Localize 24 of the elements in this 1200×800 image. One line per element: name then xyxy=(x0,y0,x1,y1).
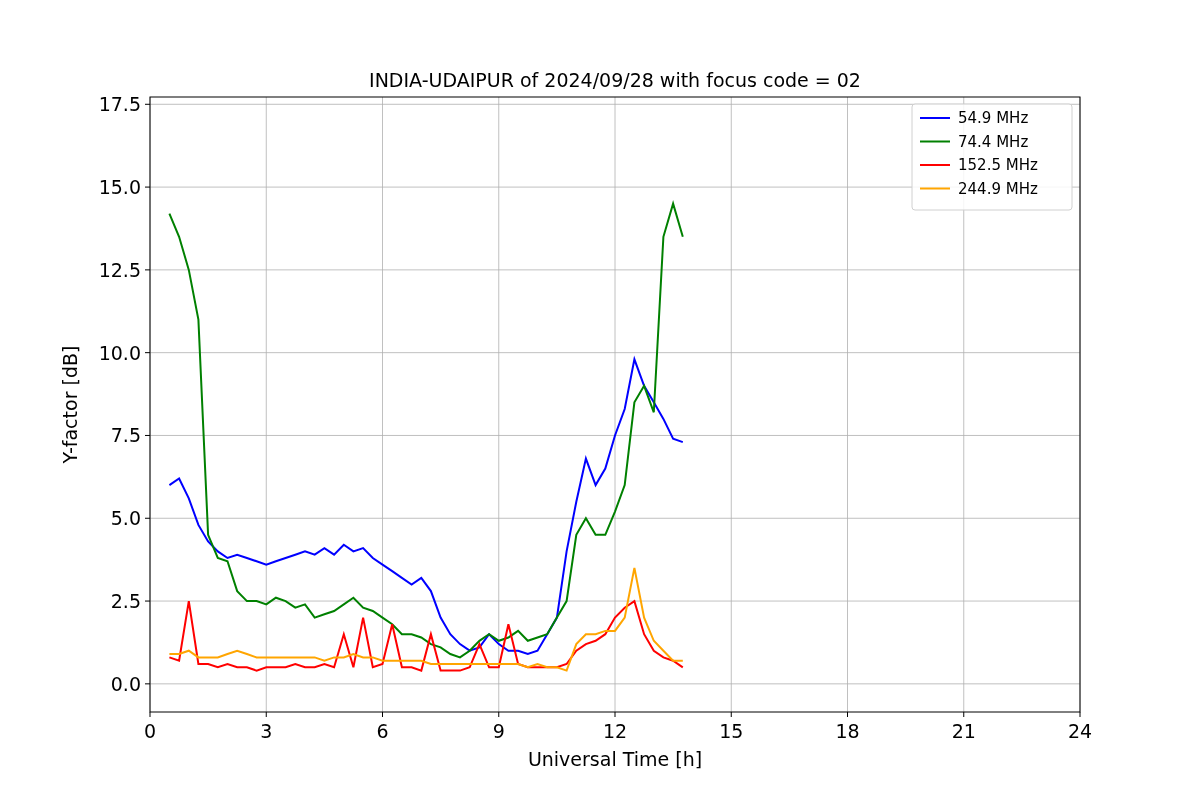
tick-label: 15.0 xyxy=(98,176,141,199)
tick-label: 10.0 xyxy=(98,341,141,364)
legend-label: 54.9 MHz xyxy=(958,109,1029,127)
tick-label: 9 xyxy=(492,720,505,742)
tick-label: 2.5 xyxy=(110,590,141,613)
tick-label: 7.5 xyxy=(110,424,141,447)
tick-label: 24 xyxy=(1067,720,1093,742)
tick-label: 21 xyxy=(951,720,976,742)
tick-label: 5.0 xyxy=(110,507,141,530)
axis-label: Universal Time [h] xyxy=(527,748,703,770)
legend-label: 244.9 MHz xyxy=(958,179,1038,198)
tick-label: 12 xyxy=(602,720,628,742)
tick-label: 6 xyxy=(376,720,389,742)
axis-label: Y-factor [dB] xyxy=(59,345,81,464)
tick-label: 15 xyxy=(719,720,744,742)
chart-title: INDIA-UDAIPUR of 2024/09/28 with focus code = 02 xyxy=(369,69,861,91)
tick-label: 0 xyxy=(143,720,157,742)
tick-label: 0.0 xyxy=(110,672,141,695)
tick-label: 17.5 xyxy=(98,93,141,116)
tick-label: 3 xyxy=(260,720,273,742)
tick-label: 12.5 xyxy=(98,258,141,281)
legend-label: 152.5 MHz xyxy=(958,156,1038,174)
tick-label: 18 xyxy=(835,720,860,742)
legend-label: 74.4 MHz xyxy=(958,132,1029,151)
